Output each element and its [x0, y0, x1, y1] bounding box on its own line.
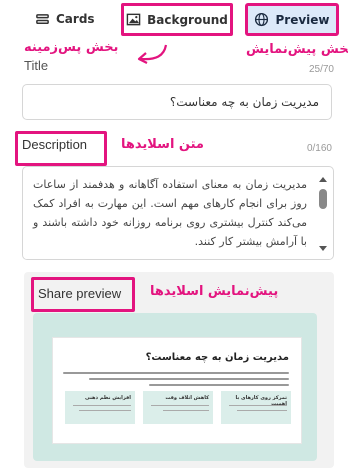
description-label: Description [22, 137, 88, 152]
tab-background[interactable]: Background [121, 3, 233, 36]
description-counter: 0/160 [306, 143, 332, 154]
image-icon [126, 13, 141, 26]
textarea-scrollbar[interactable] [319, 177, 327, 251]
tab-preview[interactable]: Preview [245, 3, 339, 36]
scroll-up-icon[interactable] [319, 177, 327, 182]
title-input[interactable]: مدیریت زمان به چه معناست؟ [22, 84, 332, 120]
preview-column: کاهش اتلاف وقت [143, 391, 213, 424]
preview-column: افزایش نظم ذهنی [65, 391, 135, 424]
tab-bar: Cards Background Preview [0, 0, 348, 40]
annotation-preview-section: بخش پیش‌نمایش [246, 42, 348, 57]
preview-card-title: مدیریت زمان به چه معناست؟ [145, 352, 289, 363]
share-preview-label: Share preview [38, 286, 122, 301]
annotation-slides-text: متن اسلایدها [121, 137, 204, 152]
preview-column: تمرکز روی کارهای با اهمیت [221, 391, 291, 424]
tab-preview-label: Preview [275, 12, 330, 27]
scroll-down-icon[interactable] [319, 246, 327, 251]
cards-icon [36, 13, 49, 24]
annotation-slides-preview: پیش‌نمایش اسلایدها [150, 284, 279, 299]
title-label: Title [24, 58, 49, 73]
tab-background-label: Background [147, 12, 228, 27]
tab-cards-label: Cards [56, 12, 95, 26]
arrow-icon [137, 44, 168, 64]
globe-icon [255, 12, 269, 27]
description-textarea[interactable]: مدیریت زمان به معنای استفاده آگاهانه و ه… [22, 166, 334, 260]
tab-cards[interactable]: Cards [35, 6, 95, 32]
title-counter: 25/70 [308, 64, 334, 75]
annotation-background-section: بخش پس‌زمینه [24, 40, 119, 55]
preview-card: مدیریت زمان به چه معناست؟ تمرکز روی کاره… [52, 337, 302, 444]
scroll-thumb[interactable] [319, 189, 327, 209]
description-text: مدیریت زمان به معنای استفاده آگاهانه و ه… [33, 178, 307, 248]
